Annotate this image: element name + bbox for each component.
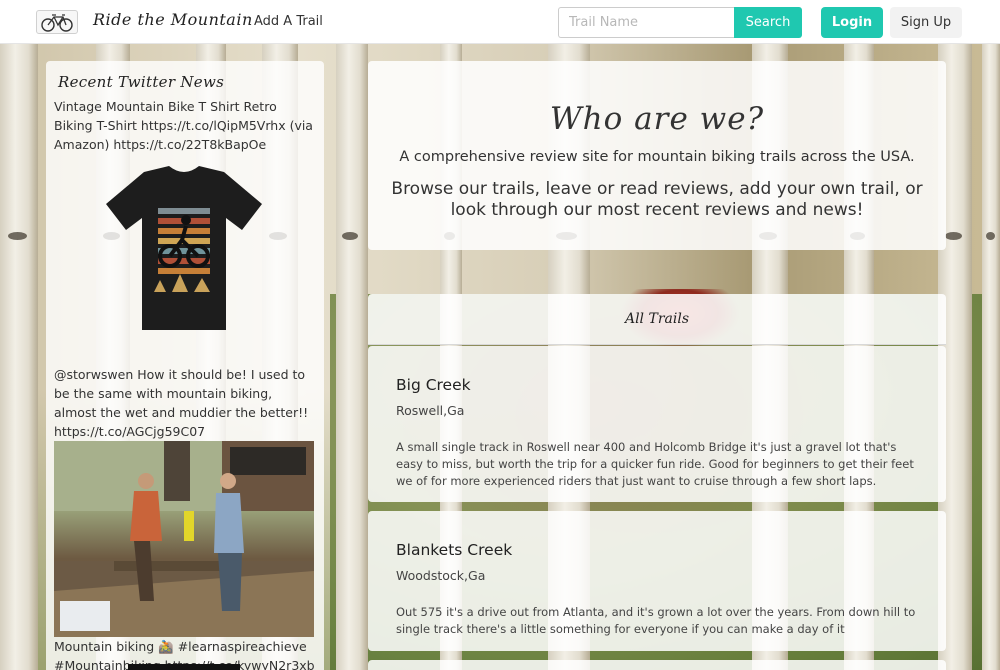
trail-description: Out 575 it's a drive out from Atlanta, a… (396, 605, 916, 636)
about-lead: A comprehensive review site for mountain… (399, 149, 915, 165)
search-button[interactable]: Search (734, 7, 802, 38)
trail-card[interactable] (368, 660, 946, 670)
background-tree (982, 44, 1000, 670)
about-title: Who are we? (549, 101, 765, 137)
all-trails-header: All Trails (368, 294, 946, 345)
bicycle-icon[interactable] (36, 10, 78, 34)
about-body: Browse our trails, leave or read reviews… (391, 179, 923, 220)
tweet-text[interactable]: Vintage Mountain Bike T Shirt Retro Biki… (54, 97, 316, 154)
top-navbar: Ride the Mountain Add A Trail Search Log… (0, 0, 1000, 44)
tweet-image[interactable] (128, 664, 240, 670)
signup-button[interactable]: Sign Up (890, 7, 962, 38)
tweet-image-mud-wash[interactable] (54, 441, 314, 637)
trail-card[interactable]: Blankets Creek Woodstock,Ga Out 575 it's… (368, 511, 946, 651)
brand-name[interactable]: Ride the Mountain (93, 10, 253, 29)
about-card: Who are we? A comprehensive review site … (368, 61, 946, 250)
trail-location: Woodstock,Ga (396, 568, 486, 583)
add-trail-link[interactable]: Add A Trail (254, 14, 323, 29)
login-button[interactable]: Login (821, 7, 883, 38)
twitter-news-panel: Recent Twitter News Vintage Mountain Bik… (46, 61, 324, 670)
tweet-text[interactable]: @storwswen How it should be! I used to b… (54, 365, 316, 441)
trail-name[interactable]: Blankets Creek (396, 541, 918, 559)
trail-card[interactable]: Big Creek Roswell,Ga A small single trac… (368, 346, 946, 502)
twitter-panel-title: Recent Twitter News (58, 73, 225, 91)
trail-description: A small single track in Roswell near 400… (396, 440, 914, 488)
background-tree (0, 44, 38, 670)
background-tree (336, 44, 368, 670)
trail-search-input[interactable] (558, 7, 734, 38)
trail-name[interactable]: Big Creek (396, 376, 918, 394)
tweet-image-tshirt[interactable] (46, 162, 324, 357)
trail-location: Roswell,Ga (396, 403, 465, 418)
